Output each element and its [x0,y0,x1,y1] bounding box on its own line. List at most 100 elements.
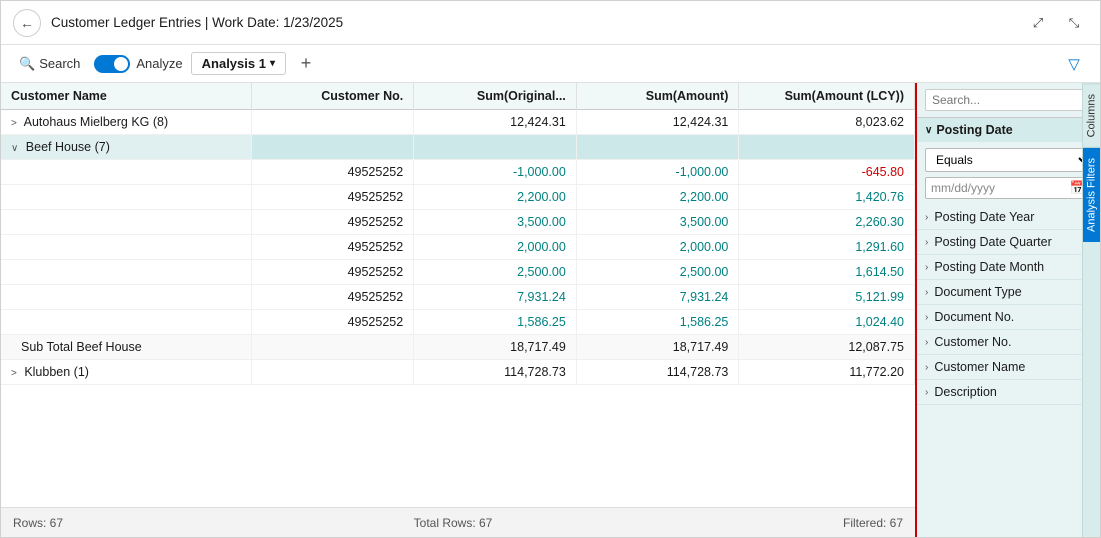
row-sum-lcy: 2,260.30 [739,210,915,235]
chevron-right-icon: › [925,237,928,248]
row-label [1,235,251,260]
filter-panel[interactable]: ∨ Posting Date Equals mm/dd/yyyy 📅 [917,83,1100,537]
col-customer-name[interactable]: Customer Name [1,83,251,110]
table-wrapper[interactable]: Customer Name Customer No. Sum(Original.… [1,83,915,507]
analysis-tab[interactable]: Analysis 1 ▾ [191,52,286,75]
filter-item[interactable]: › Posting Date Month [917,255,1100,280]
analyze-label: Analyze [136,56,182,71]
row-customer-no: 49525252 [251,260,414,285]
row-customer-no [251,335,414,360]
toggle-track[interactable] [94,55,130,73]
filtered-count: Filtered: 67 [843,516,903,530]
row-label [1,285,251,310]
table-row: 49525252 7,931.24 7,931.24 5,121.99 [1,285,915,310]
row-sum-lcy: 1,024.40 [739,310,915,335]
row-customer-no: 49525252 [251,210,414,235]
right-panel: ∨ Posting Date Equals mm/dd/yyyy 📅 [915,83,1100,537]
filter-item-label: Posting Date Year [934,210,1034,224]
analyze-toggle[interactable]: Analyze [94,55,182,73]
row-sum-original: 12,424.31 [414,110,577,135]
col-customer-no[interactable]: Customer No. [251,83,414,110]
back-button[interactable]: ← [13,9,41,37]
table-row: 49525252 2,200.00 2,200.00 1,420.76 [1,185,915,210]
col-sum-original[interactable]: Sum(Original... [414,83,577,110]
expand-icon: ⤢ [1033,15,1043,31]
row-sum-original: 2,000.00 [414,235,577,260]
status-bar: Rows: 67 Total Rows: 67 Filtered: 67 [1,507,915,537]
search-button[interactable]: 🔍 Search [13,53,86,75]
row-sum-lcy [739,135,915,160]
toolbar: 🔍 Search Analyze Analysis 1 ▾ + ▽ [1,45,1100,83]
filter-item-label: Document Type [934,285,1021,299]
table-row: 49525252 1,586.25 1,586.25 1,024.40 [1,310,915,335]
analysis-tab-label: Analysis 1 [202,56,266,71]
row-sum-amount: 1,586.25 [576,310,739,335]
row-sum-amount: -1,000.00 [576,160,739,185]
posting-date-content: Equals mm/dd/yyyy 📅 [917,142,1100,205]
row-sum-lcy: 1,614.50 [739,260,915,285]
chevron-right-icon: › [925,262,928,273]
filter-item[interactable]: ›Customer No. [917,330,1100,355]
app-window: ← Customer Ledger Entries | Work Date: 1… [0,0,1101,538]
date-input-row[interactable]: mm/dd/yyyy 📅 [925,177,1092,199]
row-label [1,210,251,235]
filter-item[interactable]: › Description [917,380,1100,405]
minimize-icon: ⤡ [1069,15,1079,31]
minimize-button[interactable]: ⤡ [1060,9,1088,37]
toggle-thumb [114,57,128,71]
table-row: > Klubben (1) 114,728.73 114,728.73 11,7… [1,360,915,385]
row-sum-lcy: 11,772.20 [739,360,915,385]
row-sum-original: 1,586.25 [414,310,577,335]
expand-icon: > [11,118,17,129]
filter-icon: ▽ [1068,55,1080,73]
chevron-down-icon: ▾ [270,58,275,69]
filter-item[interactable]: ›Posting Date Year [917,205,1100,230]
row-sum-lcy: 12,087.75 [739,335,915,360]
add-analysis-button[interactable]: + [294,52,318,76]
columns-tab[interactable]: Columns [1083,83,1100,147]
row-sum-lcy: -645.80 [739,160,915,185]
table-area: Customer Name Customer No. Sum(Original.… [1,83,915,537]
header: ← Customer Ledger Entries | Work Date: 1… [1,1,1100,45]
main-content: Customer Name Customer No. Sum(Original.… [1,83,1100,537]
table-row: 49525252 -1,000.00 -1,000.00 -645.80 [1,160,915,185]
chevron-right-icon: › [925,287,928,298]
rows-count: Rows: 67 [13,516,63,530]
filter-item-label: Posting Date Month [934,260,1044,274]
collapse-icon: ∨ [11,143,18,154]
filter-item[interactable]: › Document Type [917,280,1100,305]
filter-item[interactable]: › Posting Date Quarter [917,230,1100,255]
row-label[interactable]: > Autohaus Mielberg KG (8) [1,110,251,135]
table-row: 49525252 3,500.00 3,500.00 2,260.30 [1,210,915,235]
row-label [1,185,251,210]
expand-icon: > [11,368,17,379]
table-row: ∨ Beef House (7) [1,135,915,160]
filter-item-label: Posting Date Quarter [934,235,1051,249]
row-customer-no: 49525252 [251,310,414,335]
expand-button[interactable]: ⤢ [1024,9,1052,37]
row-sum-amount: 3,500.00 [576,210,739,235]
filter-item-label: Description [934,385,997,399]
posting-date-operator[interactable]: Equals [925,148,1092,172]
filter-search-input[interactable] [925,89,1092,111]
filter-button[interactable]: ▽ [1060,50,1088,78]
col-sum-amount-lcy[interactable]: Sum(Amount (LCY)) [739,83,915,110]
side-tabs: Columns Analysis Filters [1082,83,1100,537]
row-label[interactable]: ∨ Beef House (7) [1,135,251,160]
posting-date-header[interactable]: ∨ Posting Date [917,118,1100,142]
row-customer-no [251,360,414,385]
filter-items-list: ›Posting Date Year›Posting Date Quarter›… [917,205,1100,405]
filter-item[interactable]: ›Customer Name [917,355,1100,380]
row-label[interactable]: > Klubben (1) [1,360,251,385]
row-sum-lcy: 5,121.99 [739,285,915,310]
row-customer-no [251,135,414,160]
row-customer-no: 49525252 [251,185,414,210]
table-row: Sub Total Beef House 18,717.49 18,717.49… [1,335,915,360]
row-sum-lcy: 8,023.62 [739,110,915,135]
row-sum-original: 2,500.00 [414,260,577,285]
row-sum-lcy: 1,420.76 [739,185,915,210]
filter-item[interactable]: ›Document No. [917,305,1100,330]
analysis-filters-tab[interactable]: Analysis Filters [1083,147,1100,242]
col-sum-amount[interactable]: Sum(Amount) [576,83,739,110]
chevron-right-icon: › [925,387,928,398]
